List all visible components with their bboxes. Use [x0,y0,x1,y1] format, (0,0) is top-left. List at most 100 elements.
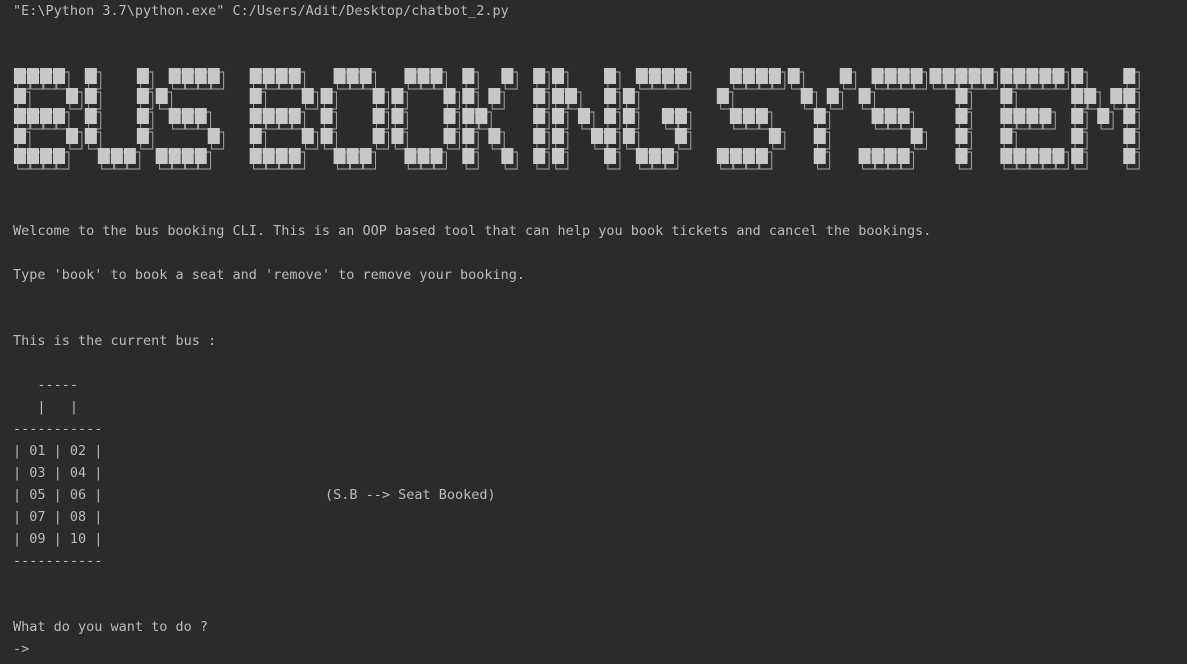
banner-block-cell [648,68,661,84]
banner-block-cell [551,68,565,84]
banner-letter-b [13,68,83,170]
banner-block-cell [136,128,149,144]
bus-door: | | [13,399,79,415]
banner-block-cell [391,108,404,124]
banner-block-cell [110,148,123,164]
banner-block-cell [910,128,923,144]
banner-block-cell [1084,88,1097,104]
banner-block-cell [13,88,26,104]
welcome-message: Welcome to the bus booking CLI. This is … [13,223,932,239]
banner-block-cell [1000,68,1013,84]
banner-block-cell [800,88,813,104]
banner-block-cell [661,148,674,164]
banner-block-cell [359,68,372,84]
banner-block-cell [52,108,66,124]
banner-letter-o [320,68,390,170]
banner-block-cell [1000,148,1013,164]
banner-block-cell [1071,128,1084,144]
banner-block-cell [346,68,359,84]
banner-block-cell [462,148,475,164]
banner-block-cell [97,148,110,164]
banner-letter-o [391,68,460,170]
banner-block-cell [622,108,635,124]
banner-block-cell [635,68,648,84]
banner-block-cell [929,68,942,84]
banner-block-cell [249,128,262,144]
banner-block-cell [168,108,181,124]
banner-block-cell [729,108,742,124]
banner-block-cell [1013,108,1026,124]
banner-block-cell [26,68,39,84]
banner-block-cell [1000,128,1013,144]
banner-block-cell [716,148,729,164]
banner-block-cell [533,128,546,144]
banner-block-cell [462,88,475,104]
banner-block-cell [181,68,194,84]
banner-block-cell [813,108,826,124]
prompt-symbol: -> [13,641,30,657]
banner-block-cell [604,128,617,144]
banner-block-cell [391,88,404,104]
banner-block-cell [181,148,194,164]
banner-block-cell [39,68,53,84]
banner-block-cell [551,88,565,104]
banner-block-cell [813,148,826,164]
banner-block-cell [1039,108,1052,124]
banner-block-cell [1071,88,1084,104]
banner-block-cell [955,128,968,144]
banner-block-cell [674,128,687,144]
console-input[interactable] [36,640,436,660]
banner-block-cell [871,108,884,124]
banner-block-cell [301,88,314,104]
banner-block-cell [1123,88,1136,104]
banner-block-cell [755,108,768,124]
banner-block-cell [320,88,333,104]
banner-block-cell [262,148,275,164]
banner-block-cell [346,148,359,164]
banner-block-cell [462,108,475,124]
banner-block-cell [551,108,565,124]
banner-block-cell [729,68,742,84]
banner-block-cell [897,68,910,84]
seat-row: | 03 | 04 | [13,465,103,481]
run-command-line: "E:\Python 3.7\python.exe" C:/Users/Adit… [13,3,509,19]
banner-block-cell [288,108,301,124]
banner-block-cell [320,128,333,144]
banner-block-cell [839,68,852,84]
banner-block-cell [475,108,488,124]
banner-block-cell [551,148,565,164]
banner-block-cell [1110,88,1123,104]
banner-block-cell [443,88,456,104]
banner-block-cell [755,148,768,164]
banner-block-cell [533,148,546,164]
banner-block-cell [391,128,404,144]
banner-block-cell [884,68,897,84]
banner-block-cell [635,148,648,164]
banner-block-cell [968,68,981,84]
banner-block-cell [955,108,968,124]
banner-block-cell [372,128,385,144]
banner-block-cell [742,148,755,164]
banner-block-cell [501,148,514,164]
banner-block-cell [533,68,546,84]
run-console-output: "E:\Python 3.7\python.exe" C:/Users/Adit… [0,0,1187,664]
banner-block-cell [768,68,781,84]
banner-block-cell [622,88,635,104]
banner-letter-b [249,68,319,170]
banner-block-cell [1039,68,1052,84]
banner-block-cell [1026,148,1039,164]
banner-letter-s [858,68,928,170]
banner-block-cell [207,68,220,84]
banner-block-cell [661,108,674,124]
banner-letter-u [84,68,154,170]
banner-block-cell [1052,68,1065,84]
banner-block-cell [674,68,687,84]
banner-letter-s [716,68,786,170]
banner-block-cell [275,148,288,164]
banner-block-cell [1026,68,1039,84]
banner-block-cell [333,68,346,84]
banner-block-cell [168,68,181,84]
banner-letter-e [1000,68,1069,170]
bus-top-divider: ----------- [13,421,103,437]
banner-letter-g [622,68,692,170]
